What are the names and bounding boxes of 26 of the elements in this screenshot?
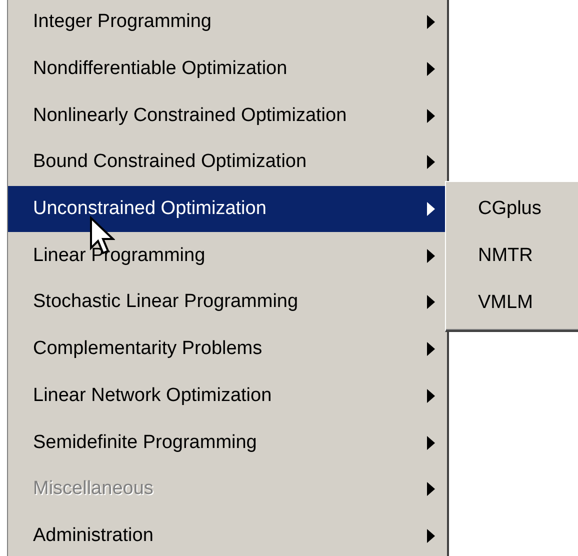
menu-item[interactable]: Integer Programming [8, 0, 445, 46]
submenu-arrow-icon [427, 202, 435, 216]
menu-item[interactable]: Nonlinearly Constrained Optimization [8, 92, 445, 140]
submenu-item[interactable]: CGplus [446, 186, 578, 233]
menu-item[interactable]: Complementarity Problems [8, 326, 445, 372]
submenu-arrow-icon [427, 388, 435, 403]
menu-item[interactable]: Nondifferentiable Optimization [8, 46, 445, 92]
menu-item[interactable]: Administration [8, 512, 445, 556]
submenu-arrow-icon [427, 342, 435, 356]
menu-item[interactable]: Stochastic Linear Programming [8, 279, 445, 326]
submenu-arrow-icon [427, 436, 435, 450]
menu-item[interactable]: Semidefinite Programming [8, 419, 445, 466]
submenu-arrow-icon [427, 15, 435, 30]
submenu-arrow-icon [427, 482, 435, 496]
submenu-item[interactable]: VMLM [446, 279, 578, 326]
submenu-arrow-icon [427, 155, 435, 170]
menu-item[interactable]: Linear Network Optimization [8, 372, 445, 420]
menu-item[interactable]: Unconstrained Optimization [8, 186, 445, 232]
submenu-item[interactable]: NMTR [446, 232, 578, 280]
menu-item[interactable]: Bound Constrained Optimization [8, 139, 445, 186]
submenu-arrow-icon [427, 528, 435, 543]
submenu-arrow-icon [427, 295, 435, 310]
submenu-arrow-icon [427, 108, 435, 123]
submenu-arrow-icon [427, 248, 435, 263]
submenu-arrow-icon [427, 62, 435, 76]
menu-item[interactable]: Linear Programming [8, 232, 445, 280]
